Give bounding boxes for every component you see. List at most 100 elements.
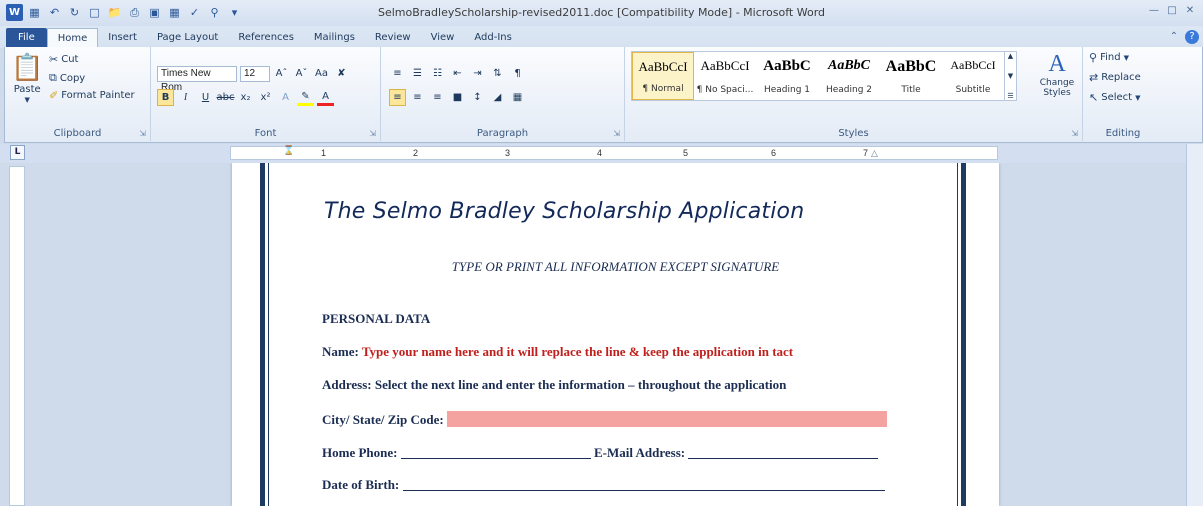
superscript-icon[interactable]: x² xyxy=(257,89,274,106)
binoculars-icon: ⚲ xyxy=(1089,51,1098,64)
italic-icon[interactable]: I xyxy=(177,89,194,106)
align-center-icon[interactable]: ≡ xyxy=(409,89,426,106)
justify-icon[interactable]: ■ xyxy=(449,89,466,106)
close-icon[interactable]: ✕ xyxy=(1183,4,1197,18)
format-painter-button[interactable]: ✐ Format Painter xyxy=(49,89,135,102)
editing-group-label: Editing xyxy=(1105,128,1141,139)
find-button[interactable]: ⚲ Find ▼ xyxy=(1089,51,1129,64)
minimize-ribbon-icon[interactable]: ⌃ xyxy=(1167,30,1181,44)
customize-qat-icon[interactable]: ▾ xyxy=(226,4,243,21)
font-group: Times New Rom 12 Aˆ Aˇ Aa ✘ B I U abc x₂… xyxy=(151,47,381,141)
minimize-icon[interactable]: — xyxy=(1147,4,1161,18)
right-indent-marker-icon[interactable]: △ xyxy=(871,149,878,159)
multilevel-list-icon[interactable]: ☷ xyxy=(429,65,446,82)
horizontal-ruler[interactable]: 1 2 3 4 5 6 7 ⌛ △ xyxy=(230,146,998,160)
font-color-icon[interactable]: A xyxy=(317,89,334,106)
dialog-launcher-icon[interactable]: ⇲ xyxy=(1071,129,1078,138)
indent-marker-icon[interactable]: ⌛ xyxy=(283,146,294,156)
city-label: City/ State/ Zip Code: xyxy=(322,412,444,427)
subscript-icon[interactable]: x₂ xyxy=(237,89,254,106)
style-name: Title xyxy=(901,85,921,95)
cut-button[interactable]: ✂ Cut xyxy=(49,53,78,66)
ruler-number: 1 xyxy=(321,148,327,158)
restore-icon[interactable]: □ xyxy=(1165,4,1179,18)
shrink-font-icon[interactable]: Aˇ xyxy=(293,65,310,82)
style-title[interactable]: AaBbC Title xyxy=(880,52,942,100)
numbering-icon[interactable]: ☰ xyxy=(409,65,426,82)
name-field[interactable]: Type your name here and it will replace … xyxy=(362,344,793,359)
chevron-down-icon[interactable]: ▼ xyxy=(1005,72,1016,80)
tab-home[interactable]: Home xyxy=(46,28,99,48)
change-styles-button[interactable]: A Change Styles xyxy=(1037,51,1077,98)
shading-icon[interactable]: ◢ xyxy=(489,89,506,106)
sort-icon[interactable]: ⇅ xyxy=(489,65,506,82)
city-field[interactable] xyxy=(446,411,887,427)
redo-icon[interactable]: ↻ xyxy=(66,4,83,21)
select-button[interactable]: ↖ Select ▼ xyxy=(1089,91,1140,104)
tab-view[interactable]: View xyxy=(421,28,465,48)
underline-icon[interactable]: U xyxy=(197,89,214,106)
document-page[interactable]: The Selmo Bradley Scholarship Applicatio… xyxy=(232,163,999,506)
paste-button[interactable]: 📋 Paste ▼ xyxy=(11,53,43,104)
show-formatting-icon[interactable]: ¶ xyxy=(509,65,526,82)
vertical-scrollbar[interactable] xyxy=(1186,144,1203,506)
save-icon[interactable]: ▦ xyxy=(26,4,43,21)
gallery-scroll[interactable]: ▲ ▼ ☰ xyxy=(1004,52,1016,100)
email-field[interactable] xyxy=(688,446,879,459)
new-document-icon[interactable]: □ xyxy=(86,4,103,21)
tab-mailings[interactable]: Mailings xyxy=(304,28,365,48)
align-right-icon[interactable]: ≡ xyxy=(429,89,446,106)
table-icon[interactable]: ▦ xyxy=(166,4,183,21)
print-preview-icon[interactable]: ⎙ xyxy=(126,4,143,21)
font-size-dropdown[interactable]: 12 xyxy=(240,65,270,82)
insert-picture-icon[interactable]: ▣ xyxy=(146,4,163,21)
word-app-icon[interactable]: W xyxy=(6,4,23,21)
spelling-icon[interactable]: ✓ xyxy=(186,4,203,21)
tab-references[interactable]: References xyxy=(228,28,304,48)
text-effects-icon[interactable]: A xyxy=(277,89,294,106)
tab-page-layout[interactable]: Page Layout xyxy=(147,28,228,48)
borders-icon[interactable]: ▦ xyxy=(509,89,526,106)
dialog-launcher-icon[interactable]: ⇲ xyxy=(613,129,620,138)
vertical-ruler[interactable] xyxy=(9,166,25,506)
zoom-icon[interactable]: ⚲ xyxy=(206,4,223,21)
highlight-color-icon[interactable]: ✎ xyxy=(297,89,314,106)
grow-font-icon[interactable]: Aˆ xyxy=(273,65,290,82)
style-heading-2[interactable]: AaBbC Heading 2 xyxy=(818,52,880,100)
style-heading-1[interactable]: AaBbC Heading 1 xyxy=(756,52,818,100)
ruler-bar: L 1 2 3 4 5 6 7 ⌛ △ xyxy=(0,144,1203,163)
dialog-launcher-icon[interactable]: ⇲ xyxy=(139,129,146,138)
tab-insert[interactable]: Insert xyxy=(98,28,147,48)
strikethrough-icon[interactable]: abc xyxy=(217,89,235,106)
tab-add-ins[interactable]: Add-Ins xyxy=(464,28,521,48)
dialog-launcher-icon[interactable]: ⇲ xyxy=(369,129,376,138)
change-case-icon[interactable]: Aa xyxy=(313,65,330,82)
font-group-label: Font xyxy=(254,128,277,139)
replace-button[interactable]: ⇄ Replace xyxy=(1089,71,1141,84)
chevron-up-icon[interactable]: ▲ xyxy=(1005,52,1016,60)
style-name: ¶ Normal xyxy=(642,84,684,94)
open-folder-icon[interactable]: 📁 xyxy=(106,4,123,21)
line-spacing-icon[interactable]: ↕ xyxy=(469,89,486,106)
decrease-indent-icon[interactable]: ⇤ xyxy=(449,65,466,82)
clear-formatting-icon[interactable]: ✘ xyxy=(333,65,350,82)
help-icon[interactable]: ? xyxy=(1185,30,1199,44)
style-normal[interactable]: AaBbCcI ¶ Normal xyxy=(632,52,694,100)
home-phone-field[interactable] xyxy=(400,446,591,459)
style-subtitle[interactable]: AaBbCcI Subtitle xyxy=(942,52,1004,100)
copy-button[interactable]: ⧉ Copy xyxy=(49,71,85,85)
style-name: Subtitle xyxy=(955,85,991,95)
tab-file[interactable]: File xyxy=(6,28,47,48)
increase-indent-icon[interactable]: ⇥ xyxy=(469,65,486,82)
address-line: Address: Select the next line and enter … xyxy=(322,377,787,392)
bullets-icon[interactable]: ≡ xyxy=(389,65,406,82)
style-no-spacing[interactable]: AaBbCcI ¶ No Spaci... xyxy=(694,52,756,100)
font-family-dropdown[interactable]: Times New Rom xyxy=(157,65,237,93)
align-left-icon[interactable]: ≡ xyxy=(389,89,406,106)
tab-selector[interactable]: L xyxy=(10,145,25,160)
undo-icon[interactable]: ↶ xyxy=(46,4,63,21)
more-styles-icon[interactable]: ☰ xyxy=(1005,92,1016,100)
tab-review[interactable]: Review xyxy=(365,28,421,48)
bold-icon[interactable]: B xyxy=(157,89,174,106)
dob-field[interactable] xyxy=(402,478,885,491)
